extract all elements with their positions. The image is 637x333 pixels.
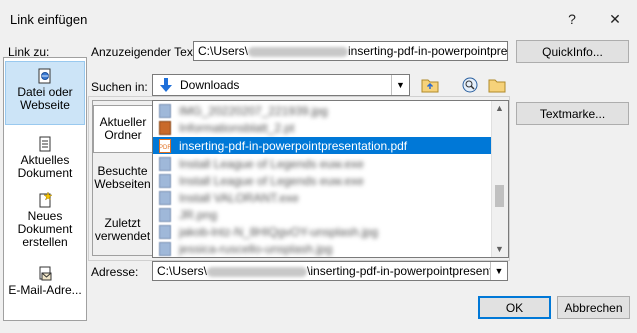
- scrollbar-thumb[interactable]: [495, 185, 504, 207]
- list-item[interactable]: jessica-ruscello-unsplash.jpg: [153, 240, 491, 257]
- folder-up-icon: [421, 79, 439, 93]
- cancel-button[interactable]: Abbrechen: [557, 296, 630, 319]
- list-item[interactable]: jakob-lntz-N_8HIQgvOY-unsplash.jpg: [153, 223, 491, 240]
- redacted-username: [248, 46, 349, 57]
- link-to-sidebar: Datei oder Webseite Aktuelles Dokument N…: [3, 57, 87, 321]
- file-list-scrollbar[interactable]: ▲ ▼: [491, 101, 508, 257]
- place-visited-webpages[interactable]: Besuchte Webseiten: [93, 165, 152, 195]
- address-value-prefix: C:\Users\: [157, 264, 208, 278]
- link-to-file-or-webpage-label: Datei oder Webseite: [17, 85, 73, 112]
- file-name: jakob-lntz-N_8HIQgvOY-unsplash.jpg: [179, 224, 378, 239]
- link-to-file-or-webpage[interactable]: Datei oder Webseite: [5, 61, 85, 125]
- file-name: Install League of Legends euw.exe: [179, 156, 364, 171]
- link-to-new-document[interactable]: Neues Dokument erstellen: [5, 192, 85, 250]
- list-item[interactable]: Informationsblatt_2.pt: [153, 119, 491, 136]
- place-recent-files[interactable]: Zuletzt verwendet: [93, 217, 152, 247]
- file-name: Informationsblatt_2.pt: [179, 120, 295, 135]
- place-current-folder[interactable]: Aktueller Ordner: [93, 105, 152, 153]
- address-value-suffix: \inserting-pdf-in-powerpointpresentat: [307, 264, 503, 278]
- bookmark-button-label: Textmarke...: [539, 106, 606, 121]
- places-bar: Aktueller Ordner Besuchte Webseiten Zule…: [92, 100, 152, 256]
- open-folder-icon: [488, 79, 506, 93]
- file-name: IMG_20220207_221939.jpg: [179, 103, 328, 118]
- link-to-current-document-label: Aktuelles Dokument: [17, 153, 73, 180]
- quickinfo-button[interactable]: QuickInfo...: [516, 40, 629, 63]
- link-to-email-address-label: E-Mail-Adre...: [8, 283, 82, 297]
- cancel-button-label: Abbrechen: [564, 300, 623, 315]
- link-to-new-document-label: Neues Dokument erstellen: [17, 209, 73, 249]
- web-page-icon: [38, 68, 51, 84]
- search-in-select[interactable]: Downloads ▼: [152, 74, 410, 96]
- place-recent-files-label: Zuletzt verwendet: [94, 216, 151, 243]
- image-file-icon: [159, 224, 171, 239]
- browse-file-button[interactable]: [486, 74, 508, 96]
- document-file-icon: [159, 120, 171, 135]
- search-in-value: Downloads: [180, 78, 240, 92]
- file-icon: [159, 156, 171, 171]
- help-button[interactable]: ?: [558, 6, 586, 32]
- ok-button-label: OK: [505, 300, 524, 315]
- up-folder-button[interactable]: [419, 74, 441, 96]
- file-name: jessica-ruscello-unsplash.jpg: [179, 241, 333, 256]
- image-file-icon: [159, 103, 171, 118]
- list-item-selected[interactable]: PDF inserting-pdf-in-powerpointpresentat…: [153, 137, 491, 154]
- display-text-value-prefix: C:\Users\: [198, 44, 249, 58]
- quickinfo-button-label: QuickInfo...: [542, 44, 603, 59]
- browse-web-button[interactable]: [459, 74, 481, 96]
- pdf-file-icon: PDF: [159, 138, 171, 153]
- address-input[interactable]: C:\Users\ \inserting-pdf-in-powerpointpre…: [152, 261, 508, 281]
- list-item[interactable]: Install VALORANT.exe: [153, 189, 491, 206]
- link-to-current-document[interactable]: Aktuelles Dokument: [5, 136, 85, 182]
- place-visited-webpages-label: Besuchte Webseiten: [94, 164, 151, 191]
- file-list[interactable]: IMG_20220207_221939.jpg Informationsblat…: [152, 100, 509, 258]
- svg-text:PDF: PDF: [159, 145, 171, 151]
- file-icon: [159, 173, 171, 188]
- link-to-email-address[interactable]: E-Mail-Adre...: [5, 266, 85, 298]
- list-item[interactable]: Install League of Legends euw.exe: [153, 155, 491, 172]
- download-arrow-icon: [160, 78, 172, 92]
- email-icon: [39, 266, 52, 281]
- ok-button[interactable]: OK: [478, 296, 551, 319]
- bookmark-button[interactable]: Textmarke...: [516, 102, 629, 125]
- file-name: inserting-pdf-in-powerpointpresentation.…: [179, 138, 408, 153]
- file-name: Install League of Legends euw.exe: [179, 173, 364, 188]
- chevron-down-icon[interactable]: ▼: [490, 262, 507, 280]
- address-label: Adresse:: [91, 265, 139, 279]
- document-icon: [39, 136, 51, 152]
- new-document-icon: [39, 192, 53, 208]
- search-in-label: Suchen in:: [91, 80, 148, 94]
- display-text-label: Anzuzeigender Text:: [91, 45, 200, 59]
- file-name: Install VALORANT.exe: [179, 190, 299, 205]
- display-text-value-suffix: inserting-pdf-in-powerpointpres: [348, 44, 508, 58]
- dialog-title: Link einfügen: [10, 12, 88, 27]
- redacted-username: [207, 266, 308, 277]
- chevron-down-icon[interactable]: ▼: [391, 75, 409, 95]
- scroll-down-icon[interactable]: ▼: [495, 244, 504, 254]
- list-item[interactable]: IMG_20220207_221939.jpg: [153, 102, 491, 119]
- display-text-input[interactable]: C:\Users\ inserting-pdf-in-powerpointpres: [193, 41, 508, 61]
- image-file-icon: [159, 207, 171, 222]
- list-item[interactable]: JR.png: [153, 206, 491, 223]
- file-name: JR.png: [179, 207, 218, 222]
- place-current-folder-label: Aktueller Ordner: [99, 115, 147, 142]
- list-item[interactable]: Install League of Legends euw.exe: [153, 172, 491, 189]
- scroll-up-icon[interactable]: ▲: [495, 103, 504, 113]
- file-icon: [159, 190, 171, 205]
- image-file-icon: [159, 241, 171, 256]
- web-search-icon: [462, 77, 478, 93]
- close-button[interactable]: ✕: [601, 6, 629, 32]
